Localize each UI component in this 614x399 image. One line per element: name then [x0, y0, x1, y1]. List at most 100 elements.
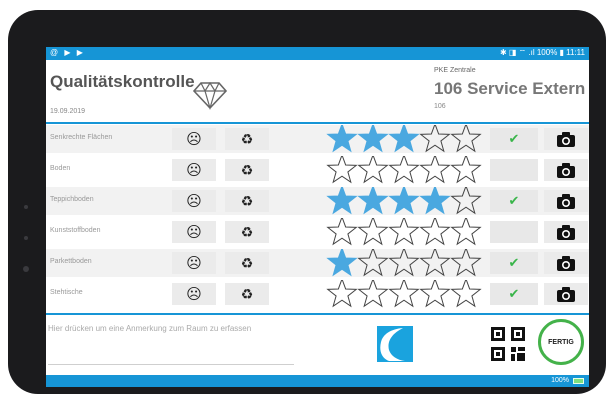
table-row: Stehtische ☹ ♻ ✔ — [46, 280, 589, 308]
header-divider — [46, 122, 589, 124]
star-empty-icon[interactable] — [419, 125, 451, 153]
star-empty-icon[interactable] — [419, 218, 451, 246]
camera-button[interactable] — [544, 283, 588, 305]
inspection-list: Senkrechte Flächen ☹ ♻ ✔ Boden ☹ ♻ ✔ Teppichbode… — [46, 125, 589, 313]
location-label: PKE Zentrale — [434, 67, 476, 74]
camera-button[interactable] — [544, 252, 588, 274]
star-empty-icon[interactable] — [419, 249, 451, 277]
table-row: Kunststoffboden ☹ ♻ ✔ — [46, 218, 589, 246]
star-filled-icon[interactable] — [326, 249, 358, 277]
star-filled-icon[interactable] — [357, 187, 389, 215]
camera-lens — [23, 266, 29, 272]
complaint-button[interactable]: ☹ — [172, 283, 216, 305]
star-empty-icon[interactable] — [326, 218, 358, 246]
complaint-button[interactable]: ☹ — [172, 190, 216, 212]
star-empty-icon[interactable] — [326, 156, 358, 184]
checkmark-icon: ✔ — [508, 193, 520, 208]
checkmark-icon: ✔ — [508, 162, 520, 177]
camera-icon — [557, 286, 575, 302]
approve-button[interactable]: ✔ — [490, 221, 538, 243]
footer-bar: 100% — [46, 375, 589, 387]
camera-button[interactable] — [544, 159, 588, 181]
camera-button[interactable] — [544, 221, 588, 243]
recycle-icon: ♻ — [240, 192, 254, 209]
table-row: Teppichboden ☹ ♻ ✔ — [46, 187, 589, 215]
star-rating[interactable] — [326, 218, 486, 246]
sad-face-icon: ☹ — [186, 193, 202, 210]
star-empty-icon[interactable] — [419, 280, 451, 308]
star-empty-icon[interactable] — [357, 218, 389, 246]
star-rating[interactable] — [326, 156, 486, 184]
tablet-frame: @ ▶ ▶ ✱ ◨ ⌔ .ıl 100% ▮ 11:11 Qualitätsko… — [8, 10, 606, 394]
camera-icon — [557, 193, 575, 209]
camera-icon — [557, 131, 575, 147]
header: Qualitätskontrolle 19.09.2019 PKE Zentra… — [46, 60, 589, 122]
row-label: Kunststoffboden — [50, 227, 101, 234]
star-empty-icon[interactable] — [357, 156, 389, 184]
approve-button[interactable]: ✔ — [490, 190, 538, 212]
star-rating[interactable] — [326, 125, 486, 153]
star-empty-icon[interactable] — [450, 280, 482, 308]
row-label: Senkrechte Flächen — [50, 134, 113, 141]
room-title: 106 Service Extern — [434, 79, 586, 98]
approve-button[interactable]: ✔ — [490, 252, 538, 274]
star-empty-icon[interactable] — [357, 280, 389, 308]
complaint-button[interactable]: ☹ — [172, 159, 216, 181]
star-empty-icon[interactable] — [419, 156, 451, 184]
star-rating[interactable] — [326, 280, 486, 308]
approve-button[interactable]: ✔ — [490, 283, 538, 305]
star-filled-icon[interactable] — [388, 187, 420, 215]
recycle-icon: ♻ — [240, 254, 254, 271]
star-empty-icon[interactable] — [450, 187, 482, 215]
approve-button[interactable]: ✔ — [490, 128, 538, 150]
checkmark-icon: ✔ — [508, 224, 520, 239]
star-rating[interactable] — [326, 249, 486, 277]
camera-button[interactable] — [544, 190, 588, 212]
star-filled-icon[interactable] — [326, 125, 358, 153]
star-filled-icon[interactable] — [419, 187, 451, 215]
star-empty-icon[interactable] — [388, 156, 420, 184]
recycle-button[interactable]: ♻ — [225, 252, 269, 274]
recycle-icon: ♻ — [240, 130, 254, 147]
notification-icons: @ ▶ ▶ — [50, 48, 85, 57]
star-empty-icon[interactable] — [388, 280, 420, 308]
sad-face-icon: ☹ — [186, 162, 202, 179]
system-status: ✱ ◨ ⌔ .ıl 100% ▮ 11:11 — [499, 48, 585, 57]
status-bar: @ ▶ ▶ ✱ ◨ ⌔ .ıl 100% ▮ 11:11 — [46, 47, 589, 60]
star-empty-icon[interactable] — [388, 249, 420, 277]
star-empty-icon[interactable] — [388, 218, 420, 246]
room-number: 106 — [434, 103, 446, 110]
done-button[interactable]: FERTIG — [538, 319, 584, 365]
checkmark-icon: ✔ — [508, 286, 520, 301]
camera-button[interactable] — [544, 128, 588, 150]
star-empty-icon[interactable] — [450, 125, 482, 153]
star-empty-icon[interactable] — [450, 249, 482, 277]
qr-code-icon — [491, 327, 525, 361]
star-filled-icon[interactable] — [326, 187, 358, 215]
star-empty-icon[interactable] — [357, 249, 389, 277]
recycle-button[interactable]: ♻ — [225, 221, 269, 243]
star-empty-icon[interactable] — [326, 280, 358, 308]
approve-button[interactable]: ✔ — [490, 159, 538, 181]
sad-face-icon: ☹ — [186, 224, 202, 241]
checkmark-icon: ✔ — [508, 255, 520, 270]
star-empty-icon[interactable] — [450, 218, 482, 246]
star-rating[interactable] — [326, 187, 486, 215]
recycle-button[interactable]: ♻ — [225, 128, 269, 150]
star-filled-icon[interactable] — [388, 125, 420, 153]
room-note-input[interactable] — [48, 323, 294, 365]
star-empty-icon[interactable] — [450, 156, 482, 184]
recycle-button[interactable]: ♻ — [225, 159, 269, 181]
complaint-button[interactable]: ☹ — [172, 221, 216, 243]
complaint-button[interactable]: ☹ — [172, 128, 216, 150]
star-filled-icon[interactable] — [357, 125, 389, 153]
checkmark-icon: ✔ — [508, 131, 520, 146]
battery-icon — [573, 378, 584, 384]
qr-scan-button[interactable] — [487, 323, 529, 365]
company-logo — [377, 326, 413, 362]
complaint-button[interactable]: ☹ — [172, 252, 216, 274]
recycle-button[interactable]: ♻ — [225, 190, 269, 212]
table-row: Senkrechte Flächen ☹ ♻ ✔ — [46, 125, 589, 153]
recycle-button[interactable]: ♻ — [225, 283, 269, 305]
camera-icon — [557, 224, 575, 240]
